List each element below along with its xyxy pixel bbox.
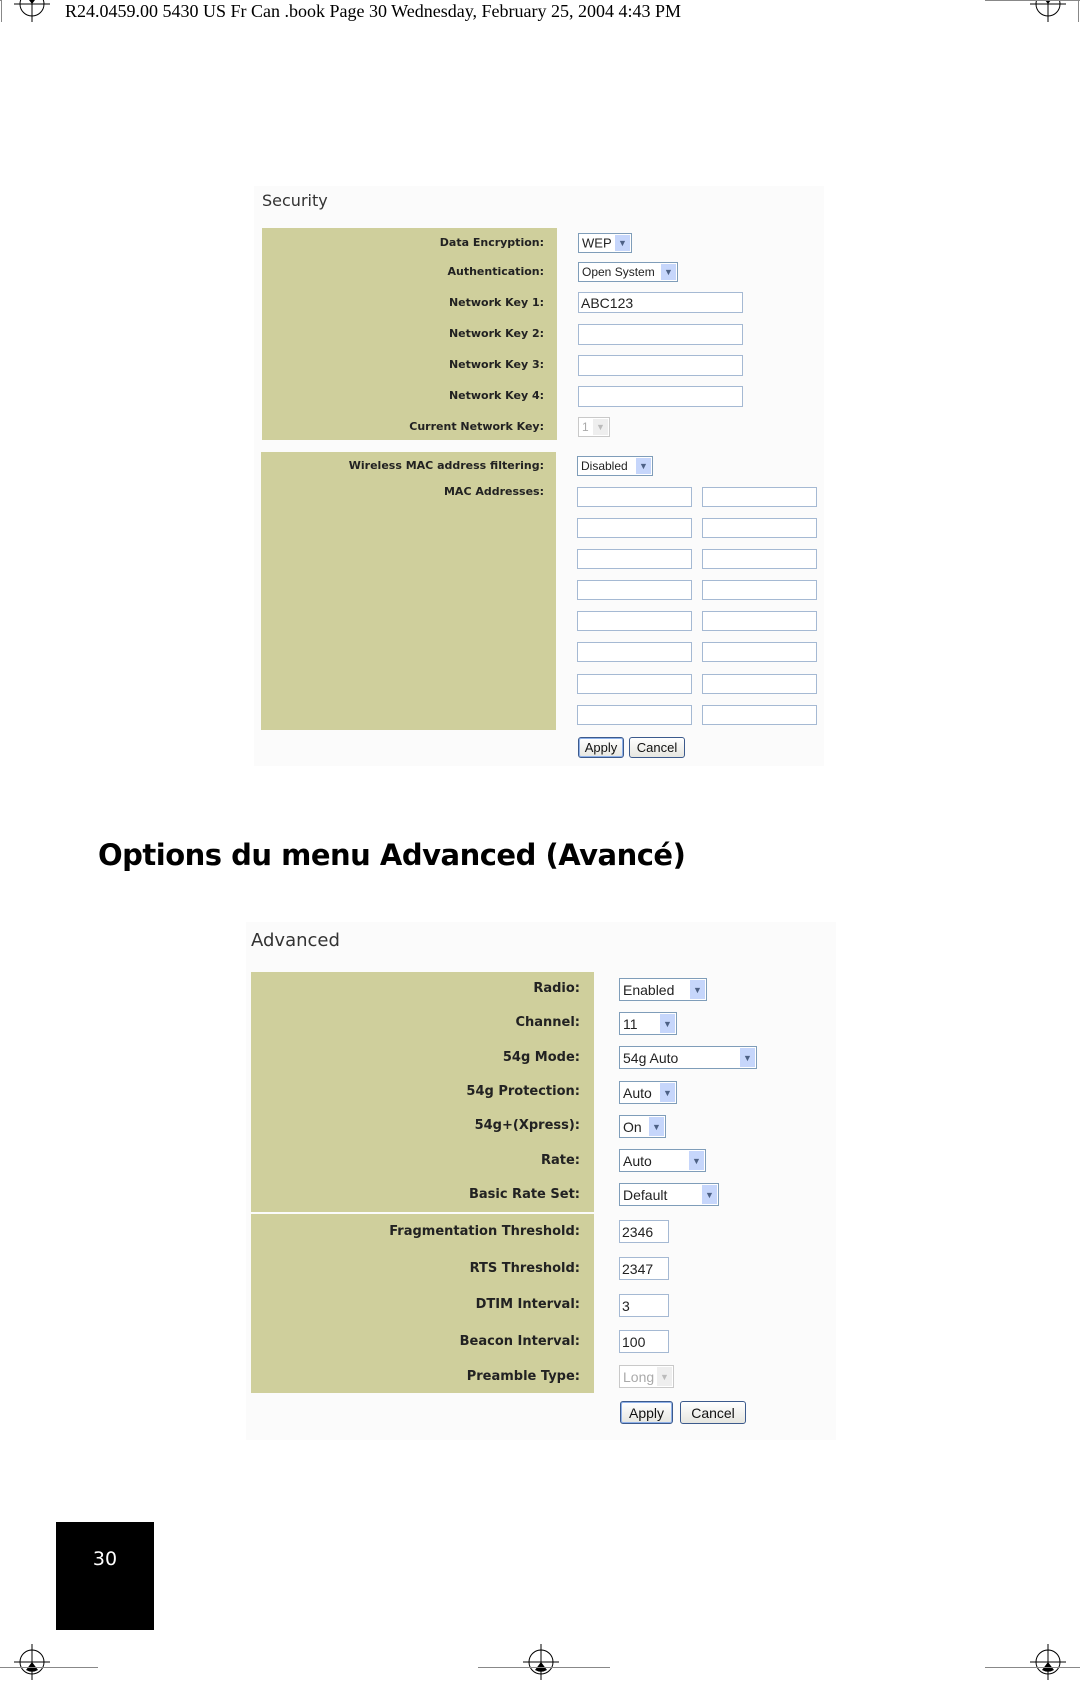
mac-address-input[interactable] [702,549,817,569]
rate-select[interactable]: Auto ▼ [619,1149,706,1172]
54g-xpress-select[interactable]: On ▼ [619,1115,666,1138]
basic-rate-set-label: Basic Rate Set: [468,1187,580,1202]
chevron-down-icon: ▼ [702,1185,717,1204]
channel-label: Channel: [515,1015,580,1030]
54g-mode-label: 54g Mode: [502,1050,580,1065]
network-key-2-label: Network Key 2: [448,327,544,340]
network-key-4-label: Network Key 4: [448,389,544,402]
radio-select[interactable]: Enabled ▼ [619,978,707,1001]
chevron-down-icon: ▼ [636,458,651,474]
54g-xpress-label: 54g+(Xpress): [474,1118,580,1133]
chevron-down-icon: ▼ [660,1014,675,1033]
54g-protection-select[interactable]: Auto ▼ [619,1081,677,1104]
54g-protection-value: Auto [623,1084,652,1101]
mac-address-input[interactable] [702,705,817,725]
mac-address-input[interactable] [577,549,692,569]
chevron-down-icon: ▼ [690,980,705,999]
chevron-down-icon: ▼ [740,1048,755,1067]
page-number: 30 [92,1548,118,1570]
mac-filtering-select[interactable]: Disabled ▼ [577,456,653,476]
preamble-type-value: Long [623,1368,655,1385]
registration-mark-icon [1030,1644,1066,1680]
current-network-key-value: 1 [582,420,589,434]
security-title: Security [262,191,328,210]
rate-label: Rate: [540,1153,580,1168]
network-key-4-input[interactable] [578,386,743,407]
mac-address-input[interactable] [702,487,817,507]
mac-filtering-value: Disabled [581,459,628,473]
preamble-type-label: Preamble Type: [466,1369,580,1384]
print-header: R24.0459.00 5430 US Fr Can .book Page 30… [65,1,682,21]
mac-address-input[interactable] [577,705,692,725]
54g-xpress-value: On [623,1118,642,1135]
authentication-label: Authentication: [447,265,544,278]
current-network-key-select: 1 ▼ [578,417,610,437]
security-cancel-button[interactable]: Cancel [629,737,685,758]
54g-mode-select[interactable]: 54g Auto ▼ [619,1046,757,1069]
mac-filtering-label: Wireless MAC address filtering: [348,459,544,472]
fragmentation-threshold-input[interactable]: 2346 [619,1220,669,1243]
data-encryption-select[interactable]: WEP ▼ [578,233,632,253]
channel-select[interactable]: 11 ▼ [619,1012,677,1035]
chevron-down-icon: ▼ [661,264,676,280]
dtim-interval-label: DTIM Interval: [475,1297,580,1312]
network-key-1-input[interactable]: ABC123 [578,292,743,313]
radio-label: Radio: [533,981,580,996]
network-key-1-label: Network Key 1: [448,296,544,309]
registration-mark-icon [523,1644,559,1680]
mac-address-input[interactable] [702,642,817,662]
mac-addresses-label: MAC Addresses: [443,485,544,498]
beacon-interval-label: Beacon Interval: [459,1334,580,1349]
mac-address-input[interactable] [577,487,692,507]
chevron-down-icon: ▼ [689,1151,704,1170]
advanced-title: Advanced [251,930,340,951]
authentication-select[interactable]: Open System ▼ [578,262,678,282]
54g-protection-label: 54g Protection: [466,1084,580,1099]
page-number-box: 30 [56,1522,154,1630]
rts-threshold-label: RTS Threshold: [469,1261,580,1276]
mac-address-input[interactable] [702,611,817,631]
security-apply-button[interactable]: Apply [578,737,624,758]
authentication-value: Open System [582,265,655,279]
section-heading: Options du menu Advanced (Avancé) [98,838,686,872]
advanced-cancel-button[interactable]: Cancel [680,1401,746,1424]
chevron-down-icon: ▼ [657,1367,672,1386]
mac-address-input[interactable] [702,518,817,538]
basic-rate-set-value: Default [623,1186,668,1203]
mac-address-input[interactable] [577,580,692,600]
chevron-down-icon: ▼ [615,235,630,251]
mac-address-input[interactable] [577,611,692,631]
mac-address-input[interactable] [702,674,817,694]
chevron-down-icon: ▼ [649,1117,664,1136]
54g-mode-value: 54g Auto [623,1049,679,1066]
mac-address-input[interactable] [702,580,817,600]
channel-value: 11 [623,1015,638,1032]
preamble-type-select: Long ▼ [619,1365,674,1388]
mac-address-input[interactable] [577,674,692,694]
mac-address-input[interactable] [577,642,692,662]
network-key-2-input[interactable] [578,324,743,345]
registration-mark-icon [1030,0,1066,22]
registration-mark-icon [14,1644,50,1680]
network-key-3-input[interactable] [578,355,743,376]
chevron-down-icon: ▼ [593,419,608,435]
beacon-interval-input[interactable]: 100 [619,1330,669,1353]
basic-rate-set-select[interactable]: Default ▼ [619,1183,719,1206]
mac-address-input[interactable] [577,518,692,538]
rts-threshold-input[interactable]: 2347 [619,1257,669,1280]
network-key-3-label: Network Key 3: [448,358,544,371]
fragmentation-threshold-label: Fragmentation Threshold: [389,1224,580,1239]
current-network-key-label: Current Network Key: [409,420,544,433]
chevron-down-icon: ▼ [660,1083,675,1102]
advanced-apply-button[interactable]: Apply [620,1401,673,1424]
data-encryption-value: WEP [582,235,612,251]
dtim-interval-input[interactable]: 3 [619,1294,669,1317]
data-encryption-label: Data Encryption: [439,236,544,249]
registration-mark-icon [14,0,50,22]
rate-value: Auto [623,1152,652,1169]
radio-value: Enabled [623,981,675,998]
